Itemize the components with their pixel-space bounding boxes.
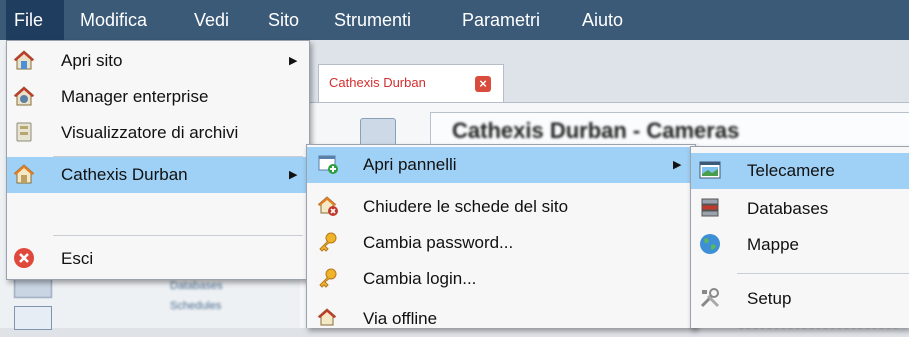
site-menu-label: Apri pannelli [363, 155, 457, 174]
menubar: File Modifica Vedi Sito Strumenti Parame… [0, 0, 909, 40]
file-menu-label: Apri sito [61, 51, 123, 70]
globe-icon [700, 234, 720, 254]
exit-icon [14, 248, 34, 268]
panels-menu-item-cameras[interactable]: Telecamere [691, 153, 909, 189]
file-menu-label: Cathexis Durban [61, 165, 188, 184]
menu-sito[interactable]: Sito [260, 0, 307, 40]
site-menu-item-change-login[interactable]: Cambia login... [307, 261, 695, 297]
menu-separator [737, 273, 909, 274]
panels-menu-label: Databases [747, 199, 829, 218]
key-icon [319, 268, 337, 288]
site-menu-item-open-panels[interactable]: Apri pannelli ▶ [307, 147, 695, 183]
tree-item-databases[interactable]: Databases [170, 280, 223, 292]
menu-aiuto[interactable]: Aiuto [574, 0, 631, 40]
panels-menu-item-maps[interactable]: Mappe [691, 227, 909, 263]
submenu-arrow-icon: ▶ [289, 55, 298, 67]
content-title: Cathexis Durban - Cameras [452, 118, 740, 143]
menu-parametri[interactable]: Parametri [454, 0, 548, 40]
house-icon [13, 50, 35, 70]
file-menu-item-cathexis-durban[interactable]: Cathexis Durban ▶ [7, 157, 309, 193]
menu-separator [53, 235, 303, 236]
site-menu-label: Chiudere le schede del sito [363, 197, 569, 216]
tab-label: Cathexis Durban [329, 75, 426, 90]
file-menu-item-exit[interactable]: Esci [7, 241, 309, 277]
site-menu-item-close-site-tabs[interactable]: Chiudere le schede del sito [307, 189, 695, 225]
open-panel-icon [318, 155, 338, 174]
submenu-arrow-icon: ▶ [673, 159, 682, 171]
tab-close-icon[interactable]: × [475, 76, 491, 92]
site-menu-label: Cambia login... [363, 269, 477, 288]
site-camera-icon [360, 118, 396, 146]
list-icon[interactable] [14, 306, 52, 330]
file-menu-label: Visualizzatore di archivi [61, 123, 239, 142]
file-menu: Apri sito ▶ Manager enterprise Visualizz… [6, 40, 310, 280]
menu-vedi[interactable]: Vedi [186, 0, 237, 40]
close-site-icon [317, 196, 338, 216]
tree-item-schedules[interactable]: Schedules [170, 300, 221, 312]
offline-icon [317, 308, 337, 326]
submenu-arrow-icon: ▶ [289, 169, 298, 181]
panels-menu-item-databases[interactable]: Databases [691, 191, 909, 227]
key-icon [319, 232, 337, 252]
file-menu-item-open-site[interactable]: Apri sito ▶ [7, 43, 309, 79]
file-menu-item-enterprise[interactable]: Manager enterprise [7, 79, 309, 115]
camera-panel-icon [699, 161, 721, 179]
site-menu-item-go-offline[interactable]: Via offline [307, 301, 695, 337]
panels-menu-label: Mappe [747, 235, 799, 254]
enterprise-icon [13, 86, 35, 106]
file-menu-item-archive-viewer[interactable]: Visualizzatore di archivi [7, 115, 309, 151]
panels-submenu: Telecamere Databases Mappe Setup [690, 146, 909, 328]
site-menu-label: Cambia password... [363, 233, 514, 252]
menu-file[interactable]: File [6, 0, 64, 40]
panels-menu-item-setup[interactable]: Setup [691, 281, 909, 317]
house-icon [13, 164, 35, 184]
site-menu-item-change-password[interactable]: Cambia password... [307, 225, 695, 261]
panels-menu-label: Telecamere [747, 161, 835, 180]
panels-menu-label: Setup [747, 289, 792, 308]
file-menu-label: Esci [61, 249, 94, 268]
site-submenu: Apri pannelli ▶ Chiudere le schede del s… [306, 144, 696, 328]
menu-modifica[interactable]: Modifica [72, 0, 155, 40]
database-icon [701, 198, 719, 217]
file-menu-label: Manager enterprise [61, 87, 209, 106]
menu-strumenti[interactable]: Strumenti [326, 0, 419, 40]
tab-cathexis-durban[interactable]: Cathexis Durban × [318, 64, 504, 102]
tools-icon [700, 288, 720, 308]
archive-icon [16, 122, 32, 142]
site-menu-label: Via offline [363, 309, 438, 328]
